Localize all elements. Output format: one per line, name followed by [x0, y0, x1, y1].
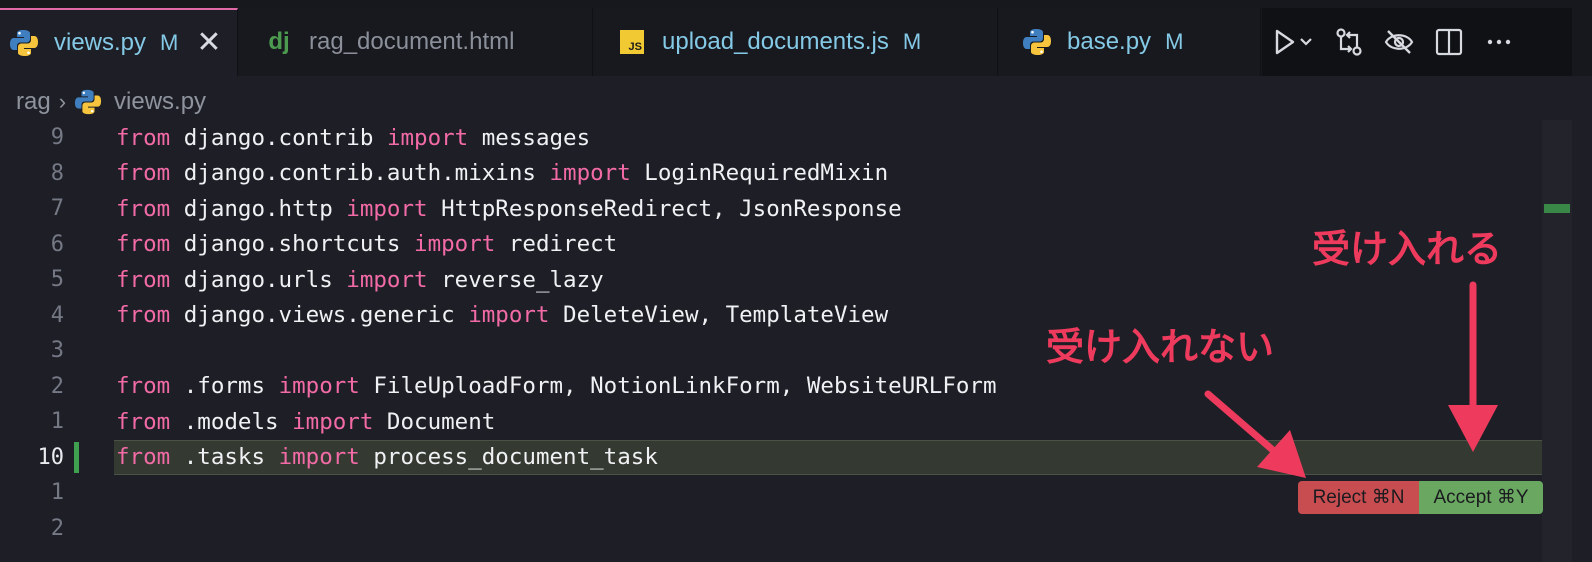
- editor-toolbar: [1262, 8, 1572, 76]
- line-number: 6: [50, 231, 64, 257]
- eye-off-icon: [1384, 30, 1414, 54]
- line-number: 1: [50, 409, 64, 434]
- django-icon: dj: [268, 28, 290, 55]
- modified-indicator: M: [1165, 29, 1184, 54]
- accept-button[interactable]: Accept ⌘Y: [1419, 481, 1543, 514]
- code-line: 8 from django.contrib.auth.mixins import…: [0, 156, 1570, 191]
- python-icon: [1021, 26, 1053, 58]
- code-text: from .tasks import process_document_task: [116, 444, 658, 470]
- tab-label: upload_documents.js: [662, 28, 889, 55]
- code-line: 9 from django.contrib import messages: [0, 120, 1570, 155]
- modified-indicator: M: [160, 30, 179, 55]
- code-text: from django.contrib import messages: [116, 124, 591, 151]
- compare-changes-button[interactable]: [1324, 17, 1374, 67]
- line-number: 4: [50, 302, 64, 328]
- tab-label: views.py: [54, 29, 147, 56]
- added-line-gutter-marker: [74, 441, 79, 473]
- code-text: from django.http import HttpResponseRedi…: [116, 195, 902, 222]
- line-number: 10: [37, 444, 65, 470]
- accept-annotation: 受け入れる: [1312, 229, 1503, 271]
- tab-base-py[interactable]: base.py M: [999, 8, 1261, 76]
- more-actions-button[interactable]: [1474, 17, 1524, 67]
- tab-upload-documents-js[interactable]: JS upload_documents.js M: [594, 8, 998, 76]
- code-text: from django.contrib.auth.mixins import L…: [116, 160, 889, 186]
- more-actions-icon: [1487, 39, 1511, 45]
- reject-button[interactable]: Reject ⌘N: [1298, 481, 1419, 514]
- code-text: from django.views.generic import DeleteV…: [116, 302, 889, 328]
- compare-changes-icon: [1336, 28, 1362, 56]
- chevron-right-icon: ›: [58, 89, 67, 114]
- minimap-scrollbar[interactable]: [1542, 120, 1572, 562]
- breadcrumb-file[interactable]: views.py: [114, 88, 206, 116]
- tab-views-py[interactable]: views.py M ✕: [0, 8, 238, 76]
- close-icon[interactable]: ✕: [196, 28, 221, 58]
- breadcrumb: rag › views.py: [16, 84, 206, 120]
- code-line: 4 from django.views.generic import Delet…: [0, 298, 1570, 333]
- tab-bar: views.py M ✕ dj rag_document.html JS upl…: [0, 0, 1592, 76]
- python-icon: [74, 88, 102, 116]
- code-text: from .models import Document: [116, 408, 496, 435]
- run-button[interactable]: [1262, 17, 1324, 67]
- code-text: from django.urls import reverse_lazy: [116, 266, 604, 293]
- run-icon: [1275, 29, 1312, 55]
- line-number: 3: [50, 338, 64, 363]
- modified-indicator: M: [902, 29, 922, 54]
- minimap-change-marker: [1544, 204, 1570, 213]
- added-code-line: 10 from .tasks import process_document_t…: [0, 439, 1572, 475]
- line-number: 7: [50, 196, 64, 221]
- line-number: 9: [50, 125, 64, 150]
- code-line: 1 from .models import Document: [0, 404, 1570, 439]
- python-icon: [8, 27, 40, 59]
- tab-label: rag_document.html: [309, 28, 515, 55]
- javascript-icon: JS: [616, 26, 648, 58]
- line-number: 8: [50, 160, 64, 186]
- line-number: 5: [50, 267, 64, 292]
- code-line: 2 from .forms import FileUploadForm, Not…: [0, 369, 1570, 404]
- split-editor-icon: [1435, 28, 1463, 56]
- line-number: 2: [50, 515, 64, 541]
- code-line: 3: [0, 333, 1570, 368]
- toggle-visibility-button[interactable]: [1374, 17, 1424, 67]
- line-number: 2: [50, 373, 64, 399]
- code-text: from django.shortcuts import redirect: [116, 231, 618, 257]
- diff-actions: Reject ⌘N Accept ⌘Y: [1298, 481, 1543, 514]
- code-line: 2: [0, 511, 1570, 546]
- tab-label: base.py: [1067, 28, 1152, 55]
- line-number: 1: [50, 480, 64, 505]
- code-text: from .forms import FileUploadForm, Notio…: [116, 373, 997, 399]
- reject-annotation: 受け入れない: [1046, 327, 1275, 369]
- tab-rag-document-html[interactable]: dj rag_document.html: [239, 8, 593, 76]
- split-editor-button[interactable]: [1424, 17, 1474, 67]
- breadcrumb-folder[interactable]: rag: [16, 88, 51, 116]
